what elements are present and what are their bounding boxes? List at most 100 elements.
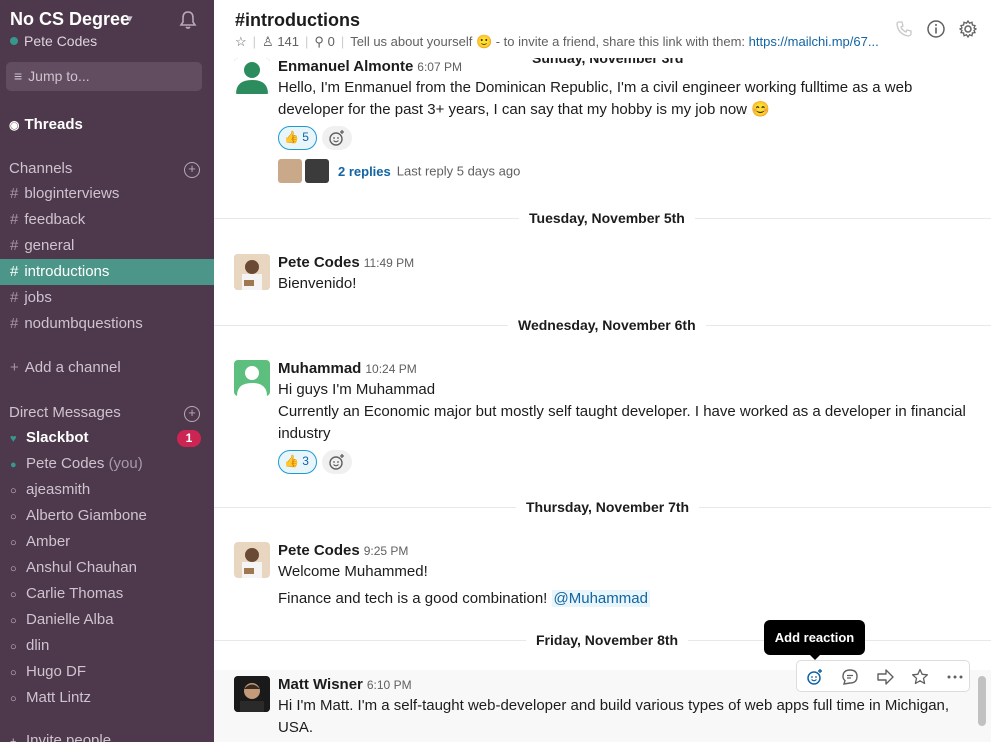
pin-icon[interactable]: ⚲ (314, 34, 324, 49)
channel-header: #introductions ☆ | ♙ 141 | ⚲ 0 | Tell us about… (214, 0, 991, 58)
share-arrow-icon (877, 669, 894, 685)
scrollbar[interactable] (978, 676, 986, 726)
current-user[interactable]: Pete Codes (10, 33, 97, 49)
sidebar-item-nodumbquestions[interactable]: # nodumbquestions (0, 311, 214, 337)
topic-link[interactable]: https://mailchi.mp/67... (749, 34, 879, 49)
hash-icon: # (10, 237, 19, 254)
presence-away-icon: ○ (10, 641, 17, 653)
add-reaction-button[interactable] (322, 450, 352, 474)
replies-link[interactable]: 2 replies (338, 164, 391, 179)
pin-count[interactable]: 0 (328, 34, 335, 49)
avatar[interactable] (234, 360, 270, 396)
message-time[interactable]: 9:25 PM (364, 544, 409, 558)
channel-topic: Tell us about yourself 🙂 - to invite a f… (350, 34, 746, 49)
phone-icon[interactable] (895, 20, 913, 38)
workspace-name[interactable]: No CS Degree (10, 9, 130, 30)
avatar[interactable] (234, 254, 270, 290)
star-action[interactable] (902, 661, 936, 691)
message-author[interactable]: Pete Codes 11:49 PM (278, 254, 414, 271)
presence-away-icon: ○ (10, 537, 17, 549)
direct-messages-heading[interactable]: Direct Messages (9, 404, 121, 421)
dm-item-anshul-chauhan[interactable]: ○ Anshul Chauhan (0, 555, 214, 581)
message-author[interactable]: Enmanuel Almonte 6:07 PM (278, 58, 462, 75)
message-text: Finance and tech is a good combination! … (278, 590, 650, 607)
message-text: Bienvenido! (278, 275, 357, 292)
unread-badge: 1 (177, 430, 201, 447)
presence-active-icon (10, 37, 18, 45)
message-time[interactable]: 10:24 PM (365, 362, 416, 376)
reaction-thumbsup[interactable]: 👍 5 (278, 126, 317, 150)
add-reaction-icon (329, 130, 344, 146)
reaction-thumbsup[interactable]: 👍 3 (278, 450, 317, 474)
channels-heading[interactable]: Channels (9, 160, 72, 177)
hash-icon: # (10, 185, 19, 202)
dm-item-alberto-giambone[interactable]: ○ Alberto Giambone (0, 503, 214, 529)
sidebar-item-threads[interactable]: ◉ Threads (9, 116, 83, 133)
start-thread-action[interactable] (832, 661, 866, 691)
threads-icon: ◉ (9, 118, 20, 132)
add-dm-plus-icon[interactable]: + (184, 406, 200, 422)
dm-item-amber[interactable]: ○ Amber (0, 529, 214, 555)
hash-icon: # (10, 289, 19, 306)
share-action[interactable] (867, 661, 901, 691)
dm-item-dlin[interactable]: ○ dlin (0, 633, 214, 659)
presence-away-icon: ○ (10, 589, 17, 601)
message-time[interactable]: 6:10 PM (367, 678, 412, 692)
avatar[interactable] (234, 58, 270, 94)
sidebar-item-introductions[interactable]: # introductions (0, 259, 214, 285)
presence-away-icon: ○ (10, 485, 17, 497)
message-author[interactable]: Pete Codes 9:25 PM (278, 542, 408, 559)
plus-icon: + (10, 736, 17, 742)
sidebar-item-general[interactable]: # general (0, 233, 214, 259)
add-reaction-button[interactable] (322, 126, 352, 150)
add-channel-button[interactable]: + Add a channel (0, 355, 214, 381)
avatar[interactable] (234, 542, 270, 578)
jump-to-input[interactable]: ≡ Jump to... (6, 62, 202, 91)
channel-title[interactable]: #introductions (235, 10, 360, 31)
thread-icon (842, 669, 858, 685)
sidebar-item-bloginterviews[interactable]: # bloginterviews (0, 181, 214, 207)
star-icon[interactable]: ☆ (235, 34, 247, 49)
dm-item-ajeasmith[interactable]: ○ ajeasmith (0, 477, 214, 503)
message-text: Welcome Muhammed! (278, 563, 428, 580)
sidebar-item-feedback[interactable]: # feedback (0, 207, 214, 233)
dm-item-slackbot[interactable]: ♥ Slackbot 1 (0, 425, 214, 451)
member-count[interactable]: 141 (277, 34, 299, 49)
add-reaction-icon (329, 454, 344, 470)
message-list[interactable]: Sunday, November 3rd Enmanuel Almonte 6:0… (214, 58, 991, 742)
reply-avatar (278, 159, 302, 183)
presence-away-icon: ○ (10, 563, 17, 575)
dm-item-matt-lintz[interactable]: ○ Matt Lintz (0, 685, 214, 711)
chevron-down-icon[interactable]: ▾ (127, 12, 133, 25)
message-time[interactable]: 11:49 PM (364, 256, 414, 270)
more-icon (947, 675, 963, 679)
plus-icon: + (10, 359, 19, 376)
avatar[interactable] (234, 676, 270, 712)
bell-icon[interactable] (178, 10, 198, 30)
hash-icon: # (10, 211, 19, 228)
info-icon[interactable] (927, 20, 945, 38)
more-actions[interactable] (937, 661, 971, 691)
last-reply: Last reply 5 days ago (396, 163, 521, 179)
invite-people-button[interactable]: + Invite people (0, 728, 214, 742)
message-author[interactable]: Matt Wisner 6:10 PM (278, 676, 412, 693)
dm-item-hugo-df[interactable]: ○ Hugo DF (0, 659, 214, 685)
add-reaction-action[interactable] (797, 661, 831, 691)
day-label: Friday, November 8th (526, 632, 689, 648)
message-text: Hello, I'm Enmanuel from the Dominican R… (278, 79, 913, 118)
tooltip: Add reaction (764, 620, 865, 655)
members-icon[interactable]: ♙ (262, 34, 274, 49)
sidebar-item-jobs[interactable]: # jobs (0, 285, 214, 311)
presence-away-icon: ○ (10, 615, 17, 627)
message-time[interactable]: 6:07 PM (417, 60, 462, 74)
thread-replies[interactable]: 2 replies Last reply 5 days ago (278, 159, 520, 183)
dm-item-carlie-thomas[interactable]: ○ Carlie Thomas (0, 581, 214, 607)
message-author[interactable]: Muhammad 10:24 PM (278, 360, 417, 377)
message-text: Hi guys I'm Muhammad (278, 381, 436, 398)
add-channel-plus-icon[interactable]: + (184, 162, 200, 178)
dm-item-danielle-alba[interactable]: ○ Danielle Alba (0, 607, 214, 633)
user-mention[interactable]: @Muhammad (551, 590, 650, 607)
gear-icon[interactable] (959, 20, 977, 38)
dm-item-pete-codes[interactable]: ● Pete Codes (you) (0, 451, 214, 477)
sidebar: No CS Degree ▾ Pete Codes ≡ Jump to... ◉ T… (0, 0, 214, 742)
